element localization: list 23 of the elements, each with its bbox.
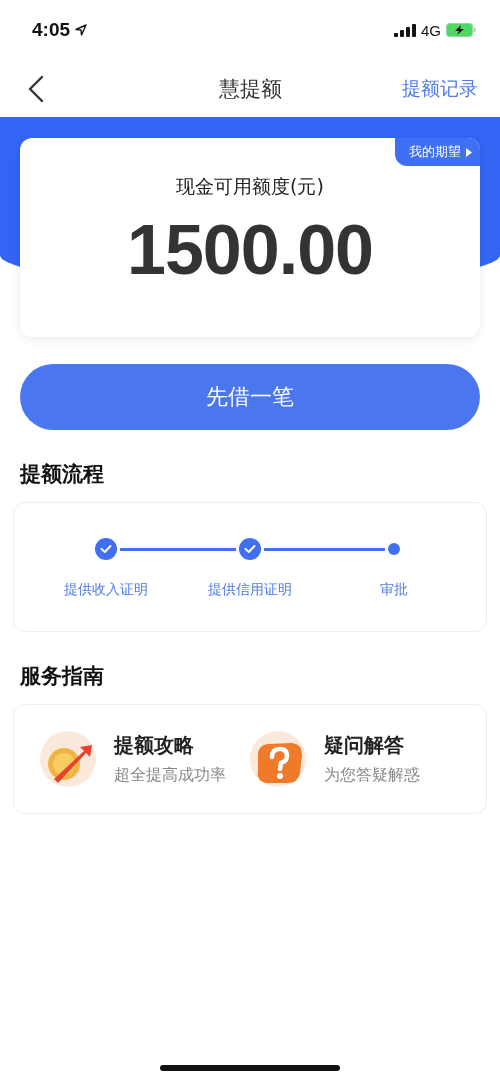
step-label: 提供信用证明: [208, 581, 292, 599]
location-icon: [75, 24, 88, 36]
signal-icon: [394, 23, 416, 37]
caret-icon: [466, 147, 472, 157]
guide-subtitle: 为您答疑解惑: [324, 765, 420, 786]
back-icon[interactable]: [28, 74, 44, 103]
history-link[interactable]: 提额记录: [402, 75, 478, 102]
section-title: 提额流程: [20, 461, 105, 488]
battery-icon: [446, 23, 476, 37]
step-label: 提供收入证明: [64, 581, 148, 599]
question-icon[interactable]: [250, 731, 306, 787]
quota-amount: 1500.00: [126, 210, 373, 290]
section-title: 服务指南: [20, 663, 105, 690]
borrow-button[interactable]: 先借一笔: [20, 364, 480, 430]
guide-subtitle: 超全提高成功率: [114, 765, 226, 786]
page-title: 慧提额: [218, 75, 282, 103]
expectation-button[interactable]: 我的期望: [395, 138, 480, 166]
network-label: 4G: [421, 21, 441, 39]
quota-label: 现金可用额度(元): [176, 174, 324, 199]
step-label: 审批: [380, 581, 408, 599]
guide-title[interactable]: 提额攻略: [114, 732, 226, 759]
status-time: 4:05: [32, 19, 71, 41]
guide-title[interactable]: 疑问解答: [324, 732, 420, 759]
